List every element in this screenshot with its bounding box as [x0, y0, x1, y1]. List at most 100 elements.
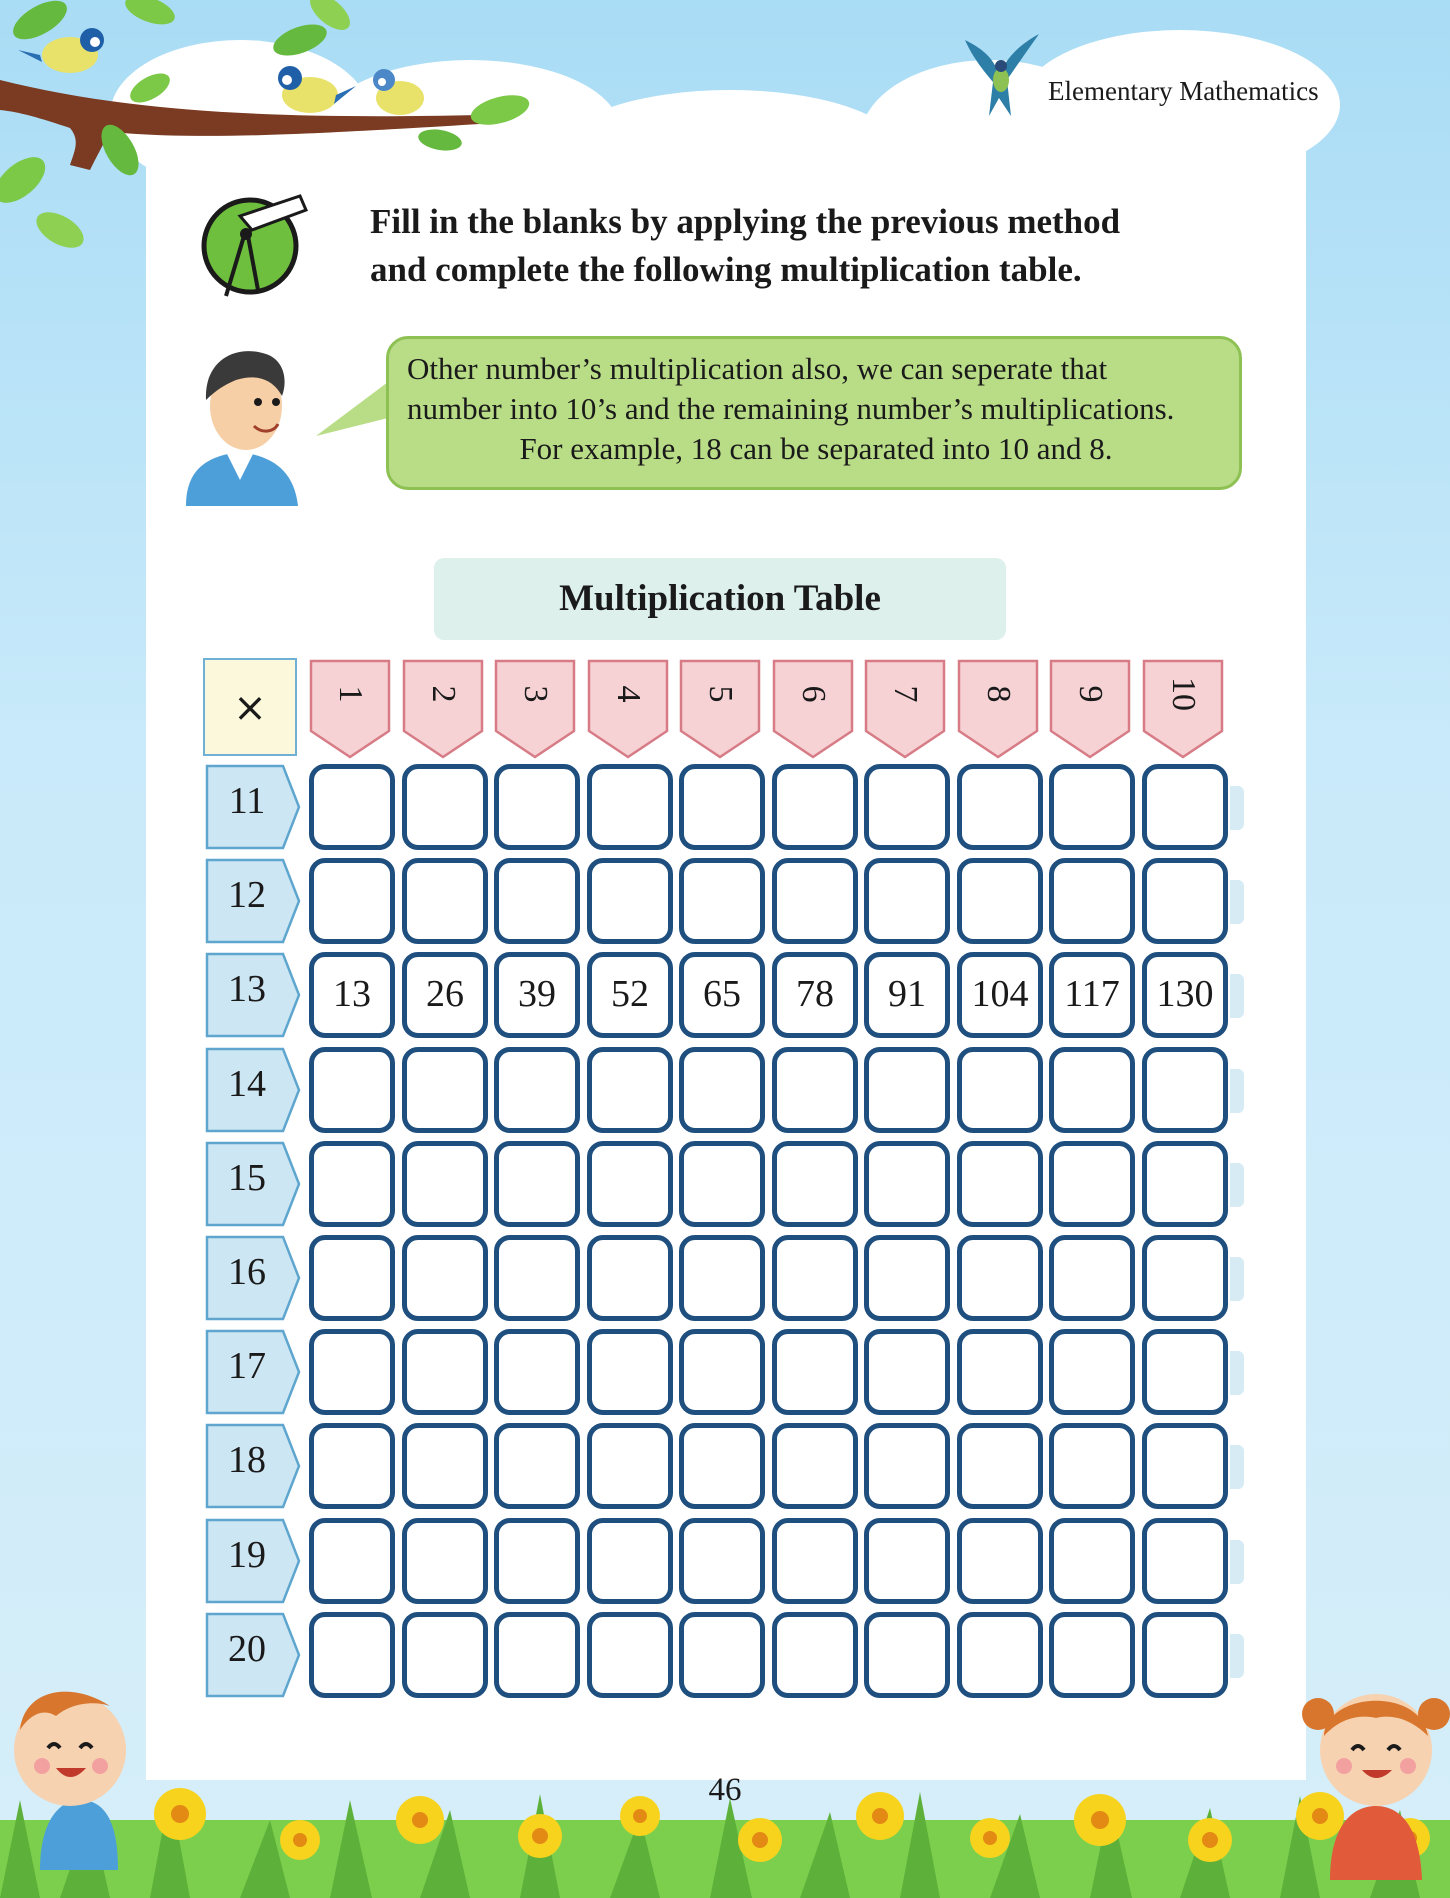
answer-cell[interactable] — [1049, 1047, 1135, 1133]
answer-cell[interactable] — [772, 764, 858, 850]
answer-cell[interactable] — [402, 1423, 488, 1509]
answer-cell[interactable] — [679, 1518, 765, 1604]
answer-cell[interactable] — [772, 1612, 858, 1698]
answer-cell[interactable] — [864, 1141, 950, 1227]
answer-cell[interactable]: 52 — [587, 952, 673, 1038]
answer-cell[interactable] — [402, 1235, 488, 1321]
answer-cell[interactable] — [587, 1141, 673, 1227]
answer-cell[interactable] — [494, 1423, 580, 1509]
answer-cell[interactable] — [309, 764, 395, 850]
answer-cell[interactable] — [1049, 1612, 1135, 1698]
answer-cell[interactable] — [957, 1047, 1043, 1133]
answer-cell[interactable] — [587, 1329, 673, 1415]
answer-cell[interactable] — [587, 858, 673, 944]
answer-cell[interactable] — [957, 1423, 1043, 1509]
answer-cell[interactable] — [1142, 1235, 1228, 1321]
answer-cell[interactable] — [864, 1423, 950, 1509]
answer-cell[interactable] — [1049, 1423, 1135, 1509]
answer-cell[interactable] — [402, 1518, 488, 1604]
answer-cell[interactable]: 26 — [402, 952, 488, 1038]
answer-cell[interactable] — [1049, 1141, 1135, 1227]
answer-cell[interactable] — [957, 764, 1043, 850]
answer-cell[interactable] — [1142, 1423, 1228, 1509]
answer-cell[interactable] — [864, 1518, 950, 1604]
answer-cell[interactable] — [309, 1235, 395, 1321]
answer-cell[interactable]: 65 — [679, 952, 765, 1038]
answer-cell[interactable] — [587, 1423, 673, 1509]
answer-cell[interactable] — [309, 1423, 395, 1509]
answer-cell[interactable] — [587, 1518, 673, 1604]
answer-cell[interactable]: 78 — [772, 952, 858, 1038]
answer-cell[interactable] — [1049, 1329, 1135, 1415]
answer-cell[interactable] — [587, 764, 673, 850]
answer-cell[interactable]: 39 — [494, 952, 580, 1038]
answer-cell[interactable] — [1142, 1612, 1228, 1698]
answer-cell[interactable] — [679, 1235, 765, 1321]
answer-cell[interactable] — [587, 1235, 673, 1321]
answer-cell[interactable] — [309, 1047, 395, 1133]
answer-cell[interactable] — [679, 1047, 765, 1133]
answer-cell[interactable] — [1142, 764, 1228, 850]
answer-cell[interactable] — [309, 1141, 395, 1227]
answer-cell[interactable] — [679, 1423, 765, 1509]
answer-cell[interactable] — [1142, 1047, 1228, 1133]
answer-cell[interactable] — [494, 1235, 580, 1321]
answer-cell[interactable]: 104 — [957, 952, 1043, 1038]
answer-cell[interactable] — [402, 1329, 488, 1415]
answer-cell[interactable] — [402, 1141, 488, 1227]
answer-cell[interactable] — [864, 1612, 950, 1698]
answer-cell[interactable] — [1142, 1329, 1228, 1415]
answer-cell[interactable] — [494, 1329, 580, 1415]
answer-cell[interactable] — [1049, 1518, 1135, 1604]
answer-cell[interactable] — [679, 1612, 765, 1698]
answer-cell[interactable] — [1142, 1518, 1228, 1604]
answer-cell[interactable] — [772, 1329, 858, 1415]
answer-cell[interactable] — [679, 858, 765, 944]
answer-cell[interactable] — [494, 858, 580, 944]
answer-cell[interactable] — [957, 1141, 1043, 1227]
answer-cell[interactable] — [772, 858, 858, 944]
answer-cell[interactable] — [1142, 1141, 1228, 1227]
answer-cell[interactable] — [494, 1047, 580, 1133]
answer-cell[interactable] — [309, 1518, 395, 1604]
answer-cell[interactable]: 13 — [309, 952, 395, 1038]
answer-cell[interactable] — [1142, 858, 1228, 944]
answer-cell[interactable] — [772, 1235, 858, 1321]
answer-cell[interactable] — [587, 1612, 673, 1698]
answer-cell[interactable] — [957, 858, 1043, 944]
answer-cell[interactable] — [864, 1235, 950, 1321]
answer-cell[interactable] — [494, 764, 580, 850]
answer-cell[interactable] — [309, 1612, 395, 1698]
answer-cell[interactable] — [402, 1047, 488, 1133]
answer-cell[interactable] — [864, 858, 950, 944]
answer-cell[interactable] — [1049, 764, 1135, 850]
answer-cell[interactable] — [494, 1612, 580, 1698]
answer-cell[interactable] — [679, 1141, 765, 1227]
answer-cell[interactable] — [957, 1518, 1043, 1604]
answer-cell[interactable] — [772, 1423, 858, 1509]
answer-cell[interactable] — [494, 1141, 580, 1227]
answer-cell[interactable] — [309, 1329, 395, 1415]
answer-cell[interactable] — [864, 1329, 950, 1415]
answer-cell[interactable] — [772, 1047, 858, 1133]
answer-cell[interactable] — [864, 764, 950, 850]
answer-cell[interactable] — [679, 764, 765, 850]
answer-cell[interactable] — [957, 1235, 1043, 1321]
answer-cell[interactable] — [679, 1329, 765, 1415]
answer-cell[interactable]: 130 — [1142, 952, 1228, 1038]
answer-cell[interactable] — [402, 1612, 488, 1698]
answer-cell[interactable] — [864, 1047, 950, 1133]
answer-cell[interactable] — [772, 1141, 858, 1227]
answer-cell[interactable] — [957, 1612, 1043, 1698]
answer-cell[interactable] — [1049, 858, 1135, 944]
answer-cell[interactable] — [309, 858, 395, 944]
answer-cell[interactable] — [772, 1518, 858, 1604]
answer-cell[interactable] — [1049, 1235, 1135, 1321]
answer-cell[interactable] — [402, 764, 488, 850]
answer-cell[interactable] — [494, 1518, 580, 1604]
answer-cell[interactable]: 117 — [1049, 952, 1135, 1038]
answer-cell[interactable]: 91 — [864, 952, 950, 1038]
answer-cell[interactable] — [957, 1329, 1043, 1415]
answer-cell[interactable] — [402, 858, 488, 944]
answer-cell[interactable] — [587, 1047, 673, 1133]
